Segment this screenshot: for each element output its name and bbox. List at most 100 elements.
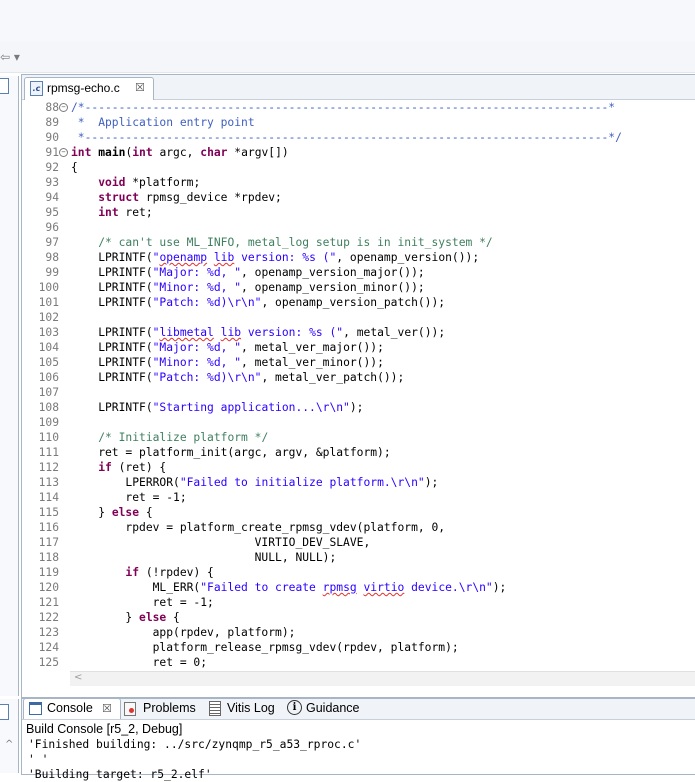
code-token: if <box>125 566 140 579</box>
tab-guidance[interactable]: Guidance <box>306 700 360 717</box>
code-line[interactable]: 96 <box>22 220 695 235</box>
line-number: 114 <box>38 491 59 504</box>
close-tab-icon[interactable]: ☒ <box>135 79 145 97</box>
code-line[interactable]: 120 ML_ERR("Failed to create rpmsg virti… <box>22 580 695 595</box>
code-token: LPRINTF( <box>71 326 153 339</box>
code-line[interactable]: 91− int main(int argc, char *argv[]) <box>22 145 695 160</box>
code-token: ret = -1; <box>71 596 214 609</box>
line-number: 97 <box>45 236 59 249</box>
line-number: 91 <box>45 146 59 159</box>
line-number: 102 <box>38 311 59 324</box>
code-editor[interactable]: 88−/*-----------------------------------… <box>22 100 695 671</box>
code-line[interactable]: 111 ret = platform_init(argc, argv, &pla… <box>22 445 695 460</box>
code-line[interactable]: 100 LPRINTF("Minor: %d, ", openamp_versi… <box>22 280 695 295</box>
code-line[interactable]: 101 LPRINTF("Patch: %d)\r\n", openamp_ve… <box>22 295 695 310</box>
code-token: argc, <box>152 146 201 159</box>
tab-console-label[interactable]: Console <box>47 700 93 717</box>
code-line[interactable]: 99 LPRINTF("Major: %d, ", openamp_versio… <box>22 265 695 280</box>
code-token: , openamp_version()); <box>336 251 480 264</box>
code-line[interactable]: 107 <box>22 385 695 400</box>
scroll-left-arrow-icon[interactable]: < <box>74 672 82 684</box>
code-line[interactable]: 117 VIRTIO_DEV_SLAVE, <box>22 535 695 550</box>
code-token: NULL, NULL); <box>71 551 337 564</box>
code-line[interactable]: 94 struct rpmsg_device *rpdev; <box>22 190 695 205</box>
code-line[interactable]: 112 if (ret) { <box>22 460 695 475</box>
code-line[interactable]: 97 /* can't use ML_INFO, metal_log setup… <box>22 235 695 250</box>
code-line[interactable]: 122 } else { <box>22 610 695 625</box>
code-line[interactable]: 88−/*-----------------------------------… <box>22 100 695 115</box>
code-token: VIRTIO_DEV_SLAVE, <box>71 536 371 549</box>
code-text: ret = 0; <box>71 655 207 670</box>
code-token: { <box>139 506 153 519</box>
code-line[interactable]: 116 rpdev = platform_create_rpmsg_vdev(p… <box>22 520 695 535</box>
code-token: lib <box>220 326 242 339</box>
code-token: void <box>98 176 126 189</box>
code-text: ret = platform_init(argc, argv, &platfor… <box>71 445 391 460</box>
code-token: "Failed to create <box>200 581 323 594</box>
code-line[interactable]: 114 ret = -1; <box>22 490 695 505</box>
code-line[interactable]: 98 LPRINTF("openamp lib version: %s (", … <box>22 250 695 265</box>
code-line[interactable]: 89 * Application entry point <box>22 115 695 130</box>
code-line[interactable]: 119 if (!rpdev) { <box>22 565 695 580</box>
close-console-tab-icon[interactable]: ☒ <box>102 701 112 716</box>
code-line[interactable]: 95 int ret; <box>22 205 695 220</box>
code-text: LPRINTF("Starting application...\r\n"); <box>71 400 363 415</box>
code-line[interactable]: 93 void *platform; <box>22 175 695 190</box>
code-token: int <box>98 206 119 219</box>
code-text: VIRTIO_DEV_SLAVE, <box>71 535 371 550</box>
code-line[interactable]: 121 ret = -1; <box>22 595 695 610</box>
fold-toggle-icon[interactable]: − <box>59 103 68 112</box>
code-text: LPERROR("Failed to initialize platform.\… <box>71 475 438 490</box>
guidance-icon: i <box>287 700 302 715</box>
code-token: "Minor: %d, " <box>152 281 242 294</box>
code-line[interactable]: 125 ret = 0; <box>22 655 695 670</box>
code-token: LPRINTF( <box>71 281 153 294</box>
code-line[interactable]: 90 *------------------------------------… <box>22 130 695 145</box>
line-number: 110 <box>38 431 59 444</box>
fold-toggle-icon[interactable]: − <box>59 148 68 157</box>
main-toolbar <box>0 42 695 73</box>
code-token: ret = platform_init(argc, argv, &platfor… <box>71 446 391 459</box>
line-number: 120 <box>38 581 59 594</box>
code-line[interactable]: 118 NULL, NULL); <box>22 550 695 565</box>
code-line[interactable]: 123 app(rpdev, platform); <box>22 625 695 640</box>
code-token: struct <box>98 191 140 204</box>
line-number: 105 <box>38 356 59 369</box>
tab-problems[interactable]: Problems <box>143 700 196 717</box>
code-token: LPRINTF( <box>71 356 153 369</box>
editor-tab-label[interactable]: rpmsg-echo.c <box>47 79 120 97</box>
code-line[interactable]: 103 LPRINTF("libmetal lib version: %s ("… <box>22 325 695 340</box>
line-number: 89 <box>45 116 59 129</box>
code-token: ML_ERR( <box>71 581 201 594</box>
vitis-log-icon <box>209 701 221 716</box>
tab-vitis-log[interactable]: Vitis Log <box>227 700 275 717</box>
code-token: } <box>71 611 140 624</box>
code-line[interactable]: 109 <box>22 415 695 430</box>
restore-bottom-panel-icon[interactable] <box>0 704 9 720</box>
code-line[interactable]: 108 LPRINTF("Starting application...\r\n… <box>22 400 695 415</box>
navigate-back-icon[interactable]: ⇦ ▾ <box>0 49 30 65</box>
code-token: lib <box>213 251 235 264</box>
horizontal-scrollbar[interactable] <box>70 671 695 686</box>
scroll-up-arrow-icon[interactable]: ^ <box>5 739 13 750</box>
code-line[interactable]: 113 LPERROR("Failed to initialize platfo… <box>22 475 695 490</box>
line-number: 106 <box>38 371 59 384</box>
code-line[interactable]: 110 /* Initialize platform */ <box>22 430 695 445</box>
code-text: rpdev = platform_create_rpmsg_vdev(platf… <box>71 520 445 535</box>
code-line[interactable]: 124 platform_release_rpmsg_vdev(rpdev, p… <box>22 640 695 655</box>
code-token: else <box>139 611 167 624</box>
code-token: , openamp_version_patch()); <box>261 296 446 309</box>
code-line[interactable]: 92 { <box>22 160 695 175</box>
code-line[interactable]: 104 LPRINTF("Major: %d, ", metal_ver_maj… <box>22 340 695 355</box>
line-number: 88 <box>45 101 59 114</box>
code-text: * Application entry point <box>71 115 255 130</box>
code-line[interactable]: 115 } else { <box>22 505 695 520</box>
left-panel-collapsed <box>0 76 19 696</box>
code-line[interactable]: 106 LPRINTF("Patch: %d)\r\n", metal_ver_… <box>22 370 695 385</box>
code-line[interactable]: 102 <box>22 310 695 325</box>
line-number: 99 <box>45 266 59 279</box>
code-line[interactable]: 105 LPRINTF("Minor: %d, ", metal_ver_min… <box>22 355 695 370</box>
restore-panel-icon[interactable] <box>0 78 9 94</box>
code-token: , metal_ver_major()); <box>241 341 384 354</box>
